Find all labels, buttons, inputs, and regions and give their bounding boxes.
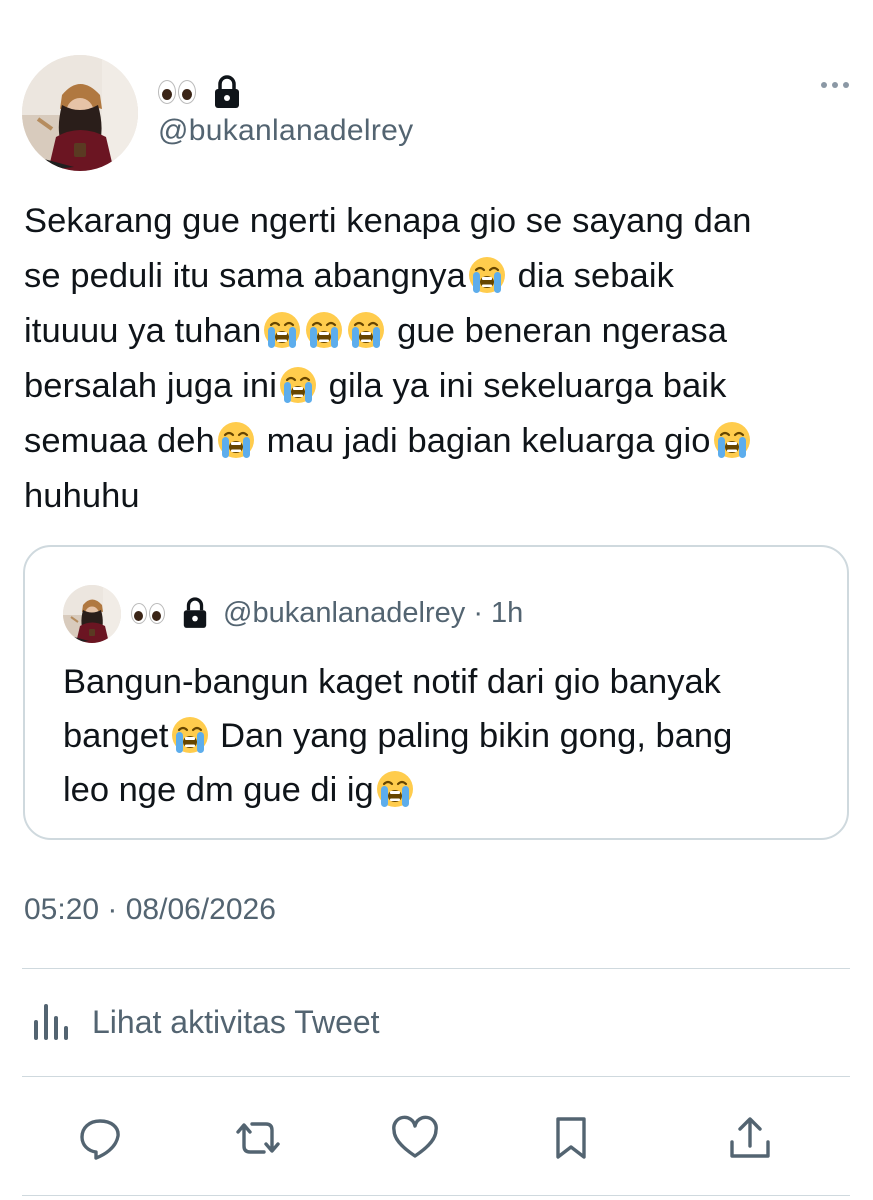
quoted-author-handle: @bukanlanadelrey · 1h [223, 596, 524, 629]
bookmark-button[interactable] [541, 1108, 601, 1168]
tweet-line: semuaa deh mau jadi bagian keluarga gio [24, 414, 834, 469]
tweet-line: huhuhu [24, 477, 140, 515]
author-handle[interactable]: @bukanlanadelrey [158, 114, 413, 148]
tweet-text: Sekarang gue ngerti kenapa gio se sayang… [24, 194, 834, 524]
quoted-tweet[interactable]: @bukanlanadelrey · 1h Bangun-bangun kage… [23, 545, 849, 840]
more-options-icon[interactable] [821, 82, 849, 88]
lock-icon [183, 597, 207, 628]
like-button[interactable] [385, 1108, 445, 1168]
tweet-activity-link[interactable]: Lihat aktivitas Tweet [30, 1000, 380, 1044]
display-name[interactable] [158, 72, 242, 112]
quoted-author-avatar [63, 585, 121, 643]
tweet-line: Sekarang gue ngerti kenapa gio se sayang… [24, 202, 752, 240]
crying-emoji-icon [712, 420, 752, 460]
divider [22, 968, 850, 969]
crying-emoji-icon [278, 365, 318, 405]
quoted-tweet-header: @bukanlanadelrey · 1h [131, 593, 523, 633]
bookmark-icon [556, 1117, 586, 1159]
bar-chart-icon [34, 1004, 68, 1040]
tweet-timestamp[interactable]: 05:20 · 08/06/2026 [24, 893, 276, 927]
avatar-image [63, 585, 121, 643]
share-button[interactable] [720, 1108, 780, 1168]
tweet-line: bersalah juga ini gila ya ini sekeluarga… [24, 365, 727, 405]
divider [22, 1076, 850, 1077]
author-avatar[interactable] [22, 55, 138, 171]
quoted-tweet-text: Bangun-bangun kaget notif dari gio banya… [63, 663, 733, 809]
retweet-button[interactable] [228, 1108, 288, 1168]
divider [22, 1195, 850, 1196]
share-icon [730, 1117, 770, 1158]
crying-emoji-icon [346, 310, 386, 350]
retweet-icon [236, 1122, 280, 1154]
eyes-emoji-icon [131, 602, 165, 624]
lock-icon [215, 75, 239, 108]
like-icon [392, 1115, 438, 1158]
quoted-time: · 1h [473, 596, 524, 629]
reply-icon [80, 1119, 120, 1160]
crying-emoji-icon [304, 310, 344, 350]
tweet-line: ituuuu ya tuhan gue beneran ngerasa [24, 310, 728, 350]
avatar-image [22, 55, 138, 171]
crying-emoji-icon [216, 420, 256, 460]
reply-button[interactable] [70, 1108, 130, 1168]
tweet-actions [0, 1108, 873, 1168]
crying-emoji-icon [170, 715, 210, 755]
eye-right [178, 80, 196, 104]
tweet-line: se peduli itu sama abangnya dia sebaik [24, 255, 674, 295]
crying-emoji-icon [262, 310, 302, 350]
crying-emoji-icon [467, 255, 507, 295]
crying-emoji-icon [375, 769, 415, 809]
eyes-emoji-icon [158, 80, 196, 104]
activity-label: Lihat aktivitas Tweet [92, 1003, 380, 1040]
eye-left [158, 80, 176, 104]
